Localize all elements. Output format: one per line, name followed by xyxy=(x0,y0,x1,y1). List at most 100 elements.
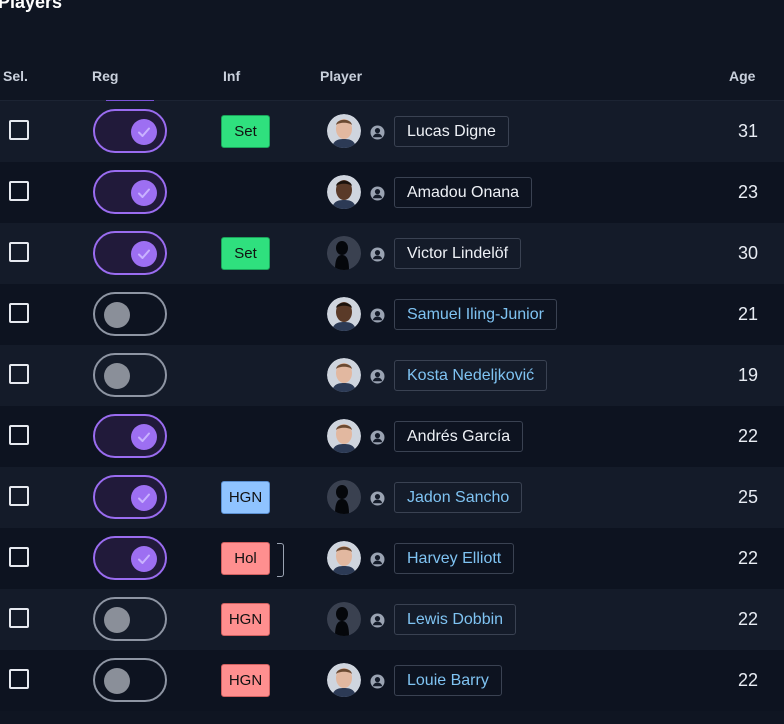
table-row[interactable]: HGN Lewis Dobbin 22 xyxy=(0,589,784,650)
check-icon xyxy=(138,493,150,503)
registration-toggle[interactable] xyxy=(93,353,167,397)
table-row[interactable]: Set Victor Lindelöf 30 xyxy=(0,223,784,284)
person-icon xyxy=(370,613,385,628)
column-header-reg[interactable]: Reg xyxy=(92,68,118,84)
toggle-knob xyxy=(104,607,130,633)
avatar[interactable] xyxy=(327,297,361,331)
column-header-inf[interactable]: Inf xyxy=(223,68,240,84)
player-age: 22 xyxy=(737,426,758,446)
check-icon xyxy=(138,188,150,198)
inf-badge[interactable]: Set xyxy=(221,237,270,270)
player-age: 31 xyxy=(737,121,758,141)
player-name[interactable]: Louie Barry xyxy=(394,665,502,696)
player-name[interactable]: Kosta Nedeljković xyxy=(394,360,548,391)
toggle-knob xyxy=(131,424,157,450)
avatar[interactable] xyxy=(327,114,361,148)
table-row[interactable]: Amadou Onana 23 xyxy=(0,162,784,223)
registration-toggle[interactable] xyxy=(93,231,167,275)
toggle-knob xyxy=(104,302,130,328)
select-checkbox[interactable] xyxy=(9,303,29,323)
player-age: 19 xyxy=(737,365,758,385)
registration-toggle[interactable] xyxy=(93,536,167,580)
avatar[interactable] xyxy=(327,358,361,392)
registration-toggle[interactable] xyxy=(93,597,167,641)
inf-badge[interactable]: Set xyxy=(221,115,270,148)
player-age: 22 xyxy=(737,548,758,568)
avatar[interactable] xyxy=(327,419,361,453)
select-checkbox[interactable] xyxy=(9,425,29,445)
avatar[interactable] xyxy=(327,236,361,270)
players-table-body: Set Lucas Digne 31 Amadou Onana 23 Set Victor … xyxy=(0,101,784,711)
toggle-knob xyxy=(104,668,130,694)
inf-badge[interactable]: HGN xyxy=(221,664,270,697)
toggle-knob xyxy=(131,485,157,511)
select-checkbox[interactable] xyxy=(9,181,29,201)
avatar[interactable] xyxy=(327,602,361,636)
registration-toggle[interactable] xyxy=(93,170,167,214)
select-checkbox[interactable] xyxy=(9,669,29,689)
table-row[interactable]: Samuel Iling-Junior 21 xyxy=(0,284,784,345)
select-checkbox[interactable] xyxy=(9,120,29,140)
avatar[interactable] xyxy=(327,541,361,575)
player-name[interactable]: Lewis Dobbin xyxy=(394,604,517,635)
toggle-knob xyxy=(131,119,157,145)
player-age: 25 xyxy=(737,487,758,507)
player-age: 23 xyxy=(737,182,758,202)
select-checkbox[interactable] xyxy=(9,486,29,506)
check-icon xyxy=(138,432,150,442)
toggle-knob xyxy=(131,546,157,572)
column-header-age[interactable]: Age xyxy=(729,68,755,84)
column-header-player[interactable]: Player xyxy=(320,68,362,84)
player-name[interactable]: Amadou Onana xyxy=(394,177,533,208)
person-icon xyxy=(370,247,385,262)
player-name[interactable]: Victor Lindelöf xyxy=(394,238,522,269)
player-name[interactable]: Harvey Elliott xyxy=(394,543,515,574)
player-age: 22 xyxy=(737,670,758,690)
player-name[interactable]: Andrés García xyxy=(394,421,524,452)
select-checkbox[interactable] xyxy=(9,364,29,384)
avatar[interactable] xyxy=(327,663,361,697)
player-name[interactable]: Samuel Iling-Junior xyxy=(394,299,557,330)
badge-group-bracket xyxy=(277,543,284,577)
avatar[interactable] xyxy=(327,175,361,209)
inf-badge[interactable]: HGN xyxy=(221,481,270,514)
person-icon xyxy=(370,491,385,506)
table-row[interactable]: Set Lucas Digne 31 xyxy=(0,101,784,162)
person-icon xyxy=(370,430,385,445)
toggle-knob xyxy=(131,241,157,267)
registration-toggle[interactable] xyxy=(93,292,167,336)
table-row[interactable]: HGN Jadon Sancho 25 xyxy=(0,467,784,528)
check-icon xyxy=(138,249,150,259)
select-checkbox[interactable] xyxy=(9,608,29,628)
player-age: 30 xyxy=(737,243,758,263)
person-icon xyxy=(370,125,385,140)
player-name[interactable]: Jadon Sancho xyxy=(394,482,523,513)
page-title: Players xyxy=(0,0,63,12)
player-age: 21 xyxy=(737,304,758,324)
table-row[interactable]: Kosta Nedeljković 19 xyxy=(0,345,784,406)
player-name[interactable]: Lucas Digne xyxy=(394,116,509,147)
select-checkbox[interactable] xyxy=(9,547,29,567)
table-header: Sel. Reg Inf Player Age xyxy=(0,60,784,101)
avatar[interactable] xyxy=(327,480,361,514)
table-row[interactable]: HGN Louie Barry 22 xyxy=(0,650,784,711)
toggle-knob xyxy=(104,363,130,389)
inf-badge[interactable]: Hol xyxy=(221,542,270,575)
inf-badge[interactable]: HGN xyxy=(221,603,270,636)
check-icon xyxy=(138,127,150,137)
person-icon xyxy=(370,369,385,384)
person-icon xyxy=(370,186,385,201)
table-row[interactable]: Hol Harvey Elliott 22 xyxy=(0,528,784,589)
player-age: 22 xyxy=(737,609,758,629)
column-header-sel[interactable]: Sel. xyxy=(3,68,28,84)
select-checkbox[interactable] xyxy=(9,242,29,262)
registration-toggle[interactable] xyxy=(93,475,167,519)
registration-toggle[interactable] xyxy=(93,109,167,153)
table-row[interactable]: Andrés García 22 xyxy=(0,406,784,467)
person-icon xyxy=(370,308,385,323)
registration-toggle[interactable] xyxy=(93,414,167,458)
check-icon xyxy=(138,554,150,564)
person-icon xyxy=(370,674,385,689)
toggle-knob xyxy=(131,180,157,206)
registration-toggle[interactable] xyxy=(93,658,167,702)
